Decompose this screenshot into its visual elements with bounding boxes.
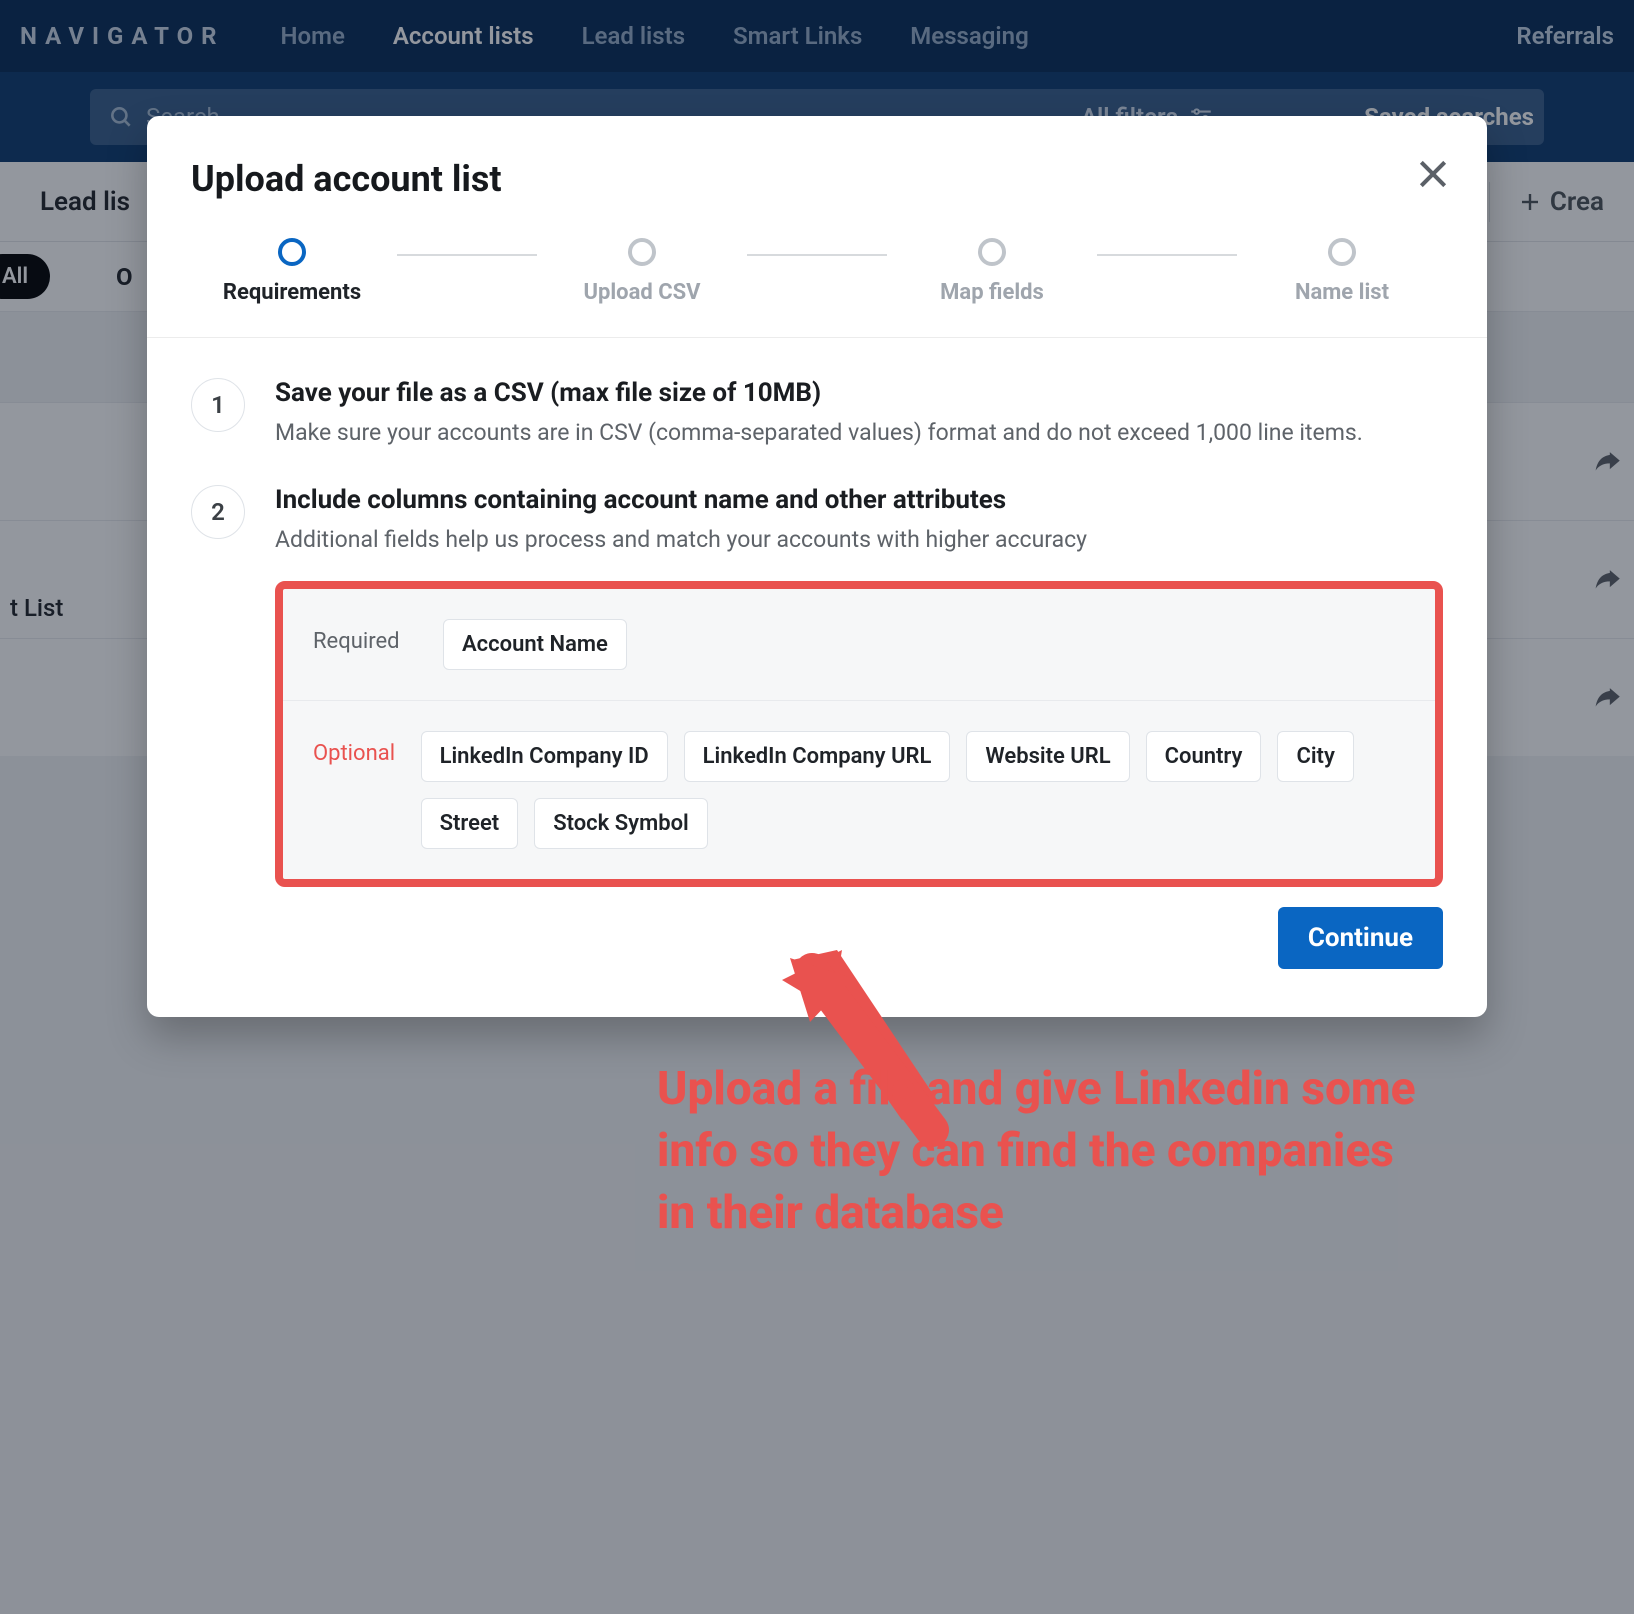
modal-header: Upload account list bbox=[147, 116, 1487, 228]
tag-website-url: Website URL bbox=[966, 731, 1129, 782]
step-dot bbox=[628, 238, 656, 266]
requirement-item-1: 1 Save your file as a CSV (max file size… bbox=[191, 378, 1443, 449]
modal-footer: Continue bbox=[147, 907, 1487, 1017]
step-dot bbox=[278, 238, 306, 266]
continue-button[interactable]: Continue bbox=[1278, 907, 1443, 969]
modal-title: Upload account list bbox=[191, 158, 1443, 200]
step-dot bbox=[978, 238, 1006, 266]
step-name-list[interactable]: Name list bbox=[1237, 238, 1447, 305]
tag-account-name: Account Name bbox=[443, 619, 627, 670]
modal-overlay: Upload account list Requirements Upload … bbox=[0, 0, 1634, 1614]
tag-stock-symbol: Stock Symbol bbox=[534, 798, 708, 849]
tag-linkedin-company-url: LinkedIn Company URL bbox=[684, 731, 951, 782]
tag-country: Country bbox=[1146, 731, 1262, 782]
modal-body: 1 Save your file as a CSV (max file size… bbox=[147, 338, 1487, 907]
optional-label: Optional bbox=[313, 741, 401, 766]
step-number-badge: 1 bbox=[191, 378, 245, 432]
requirement-2-title: Include columns containing account name … bbox=[275, 485, 1087, 515]
requirement-2-desc: Additional fields help us process and ma… bbox=[275, 523, 1087, 556]
requirement-1-desc: Make sure your accounts are in CSV (comm… bbox=[275, 416, 1363, 449]
close-icon[interactable] bbox=[1413, 154, 1453, 194]
requirement-item-2: 2 Include columns containing account nam… bbox=[191, 485, 1443, 556]
annotation-text: Upload a file and give Linkedin some inf… bbox=[657, 1058, 1427, 1244]
step-requirements[interactable]: Requirements bbox=[187, 238, 397, 305]
stepper: Requirements Upload CSV Map fields Name … bbox=[147, 228, 1487, 338]
columns-highlight-box: Required Account Name Optional LinkedIn … bbox=[275, 581, 1443, 887]
optional-row: Optional LinkedIn Company ID LinkedIn Co… bbox=[283, 700, 1435, 879]
tag-city: City bbox=[1277, 731, 1353, 782]
tag-street: Street bbox=[421, 798, 519, 849]
step-number-badge: 2 bbox=[191, 485, 245, 539]
step-connector bbox=[397, 254, 537, 256]
requirement-1-title: Save your file as a CSV (max file size o… bbox=[275, 378, 1363, 408]
step-upload-csv[interactable]: Upload CSV bbox=[537, 238, 747, 305]
optional-tags: LinkedIn Company ID LinkedIn Company URL… bbox=[421, 731, 1405, 849]
step-dot bbox=[1328, 238, 1356, 266]
step-map-fields[interactable]: Map fields bbox=[887, 238, 1097, 305]
upload-account-list-modal: Upload account list Requirements Upload … bbox=[147, 116, 1487, 1017]
required-tags: Account Name bbox=[443, 619, 627, 670]
step-connector bbox=[747, 254, 887, 256]
required-label: Required bbox=[313, 629, 423, 654]
step-connector bbox=[1097, 254, 1237, 256]
tag-linkedin-company-id: LinkedIn Company ID bbox=[421, 731, 668, 782]
required-row: Required Account Name bbox=[283, 589, 1435, 700]
